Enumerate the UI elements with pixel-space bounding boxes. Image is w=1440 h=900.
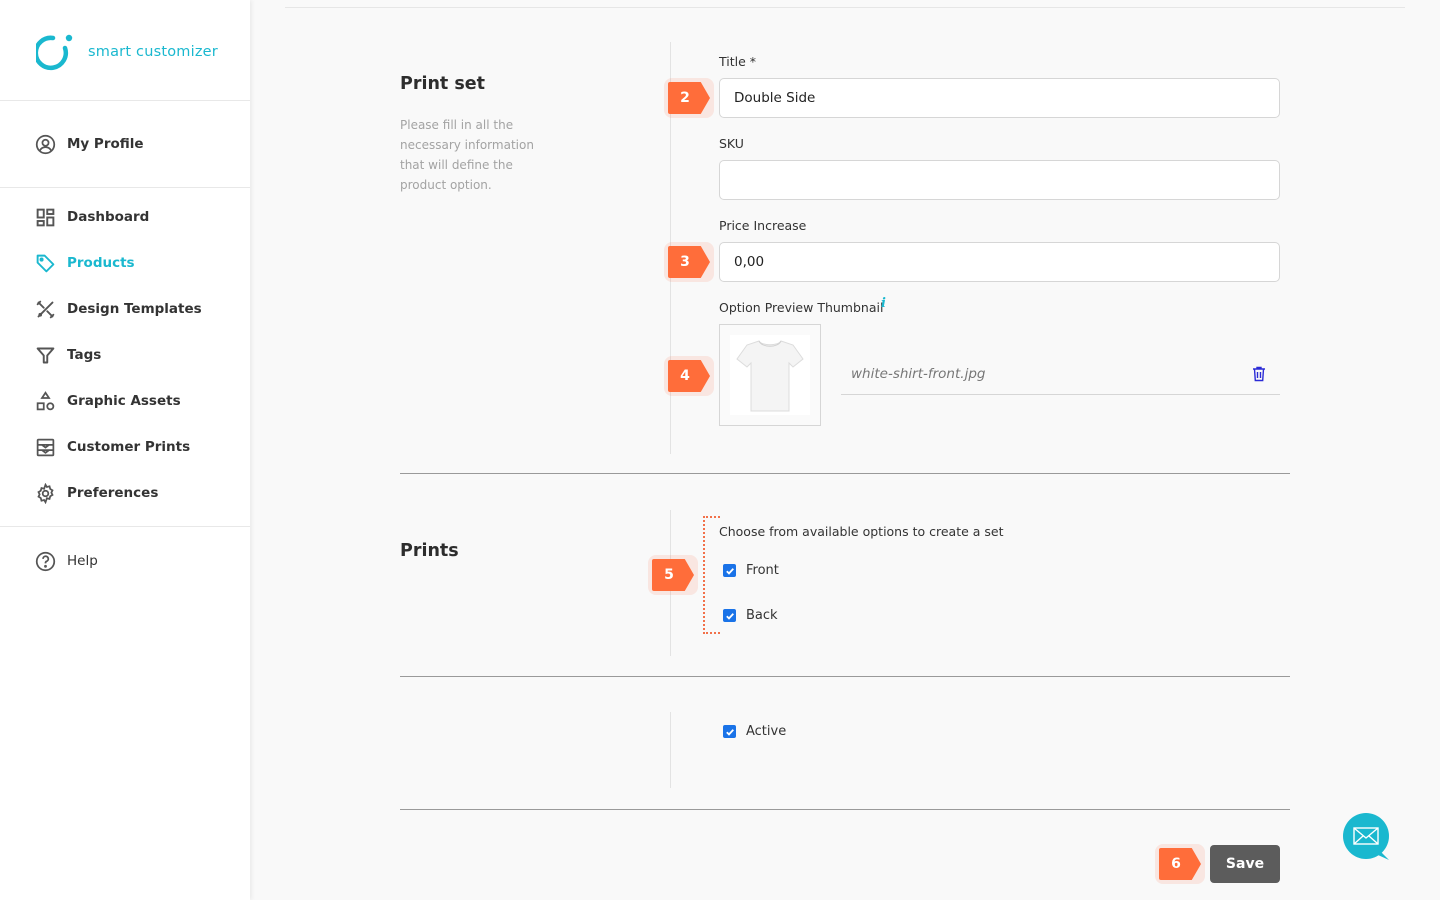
step-number: 2 [680,90,690,106]
step-number: 4 [680,368,690,384]
price-increase-input[interactable] [719,242,1280,282]
step-number: 5 [664,567,674,583]
checkmark-icon [725,612,734,620]
shapes-icon [34,390,56,412]
dashboard-icon [34,206,56,228]
checkbox-label: Back [746,608,778,623]
sidebar-item-label: Help [67,553,98,569]
checkmark-icon [725,567,734,575]
save-button[interactable]: Save [1210,845,1280,883]
sidebar-item-label: Customer Prints [67,439,191,455]
file-name-underline [841,394,1280,395]
sidebar-item-label: My Profile [67,136,144,152]
chat-button[interactable] [1342,813,1390,861]
sidebar-item-dashboard[interactable]: Dashboard [34,205,149,229]
checkmark-icon [725,728,734,736]
sidebar-item-label: Design Templates [67,301,202,317]
sidebar-item-design-templates[interactable]: Design Templates [34,297,202,321]
sidebar-item-my-profile[interactable]: My Profile [34,132,144,156]
user-circle-icon [34,133,56,155]
step-badge-3: 3 [664,242,714,282]
brand-logo[interactable]: smart customizer [36,32,218,72]
price-increase-label: Price Increase [719,218,807,233]
sidebar-divider [0,187,250,188]
step-badge-4: 4 [664,356,714,396]
step-badge-5: 5 [648,555,698,595]
sidebar-item-products[interactable]: Products [34,251,135,275]
sidebar-item-preferences[interactable]: Preferences [34,481,158,505]
design-tools-icon [34,298,56,320]
sidebar-item-label: Preferences [67,485,159,501]
sidebar-item-label: Tags [67,347,102,363]
step-badge-2: 2 [664,78,714,118]
title-label: Title * [719,54,757,69]
thumbnail-preview[interactable] [719,324,821,426]
sidebar-divider [0,526,250,527]
sidebar-item-help[interactable]: Help [34,549,98,573]
tag-icon [34,252,56,274]
sidebar: smart customizer My Profile Dashboard Pr… [0,0,250,900]
sidebar-item-label: Graphic Assets [67,393,181,409]
trash-icon[interactable] [1252,366,1266,382]
brand-name: smart customizer [88,44,218,60]
step-number: 3 [680,254,690,270]
checkbox-label: Active [746,724,787,739]
thumbnail-file-name: white-shirt-front.jpg [851,366,986,382]
sidebar-item-customer-prints[interactable]: Customer Prints [34,435,190,459]
sidebar-item-label: Dashboard [67,209,150,225]
checkbox-back[interactable] [723,609,736,622]
sku-label: SKU [719,136,744,151]
print-option-back[interactable]: Back [723,608,778,623]
prints-instruction: Choose from available options to create … [719,524,1004,539]
section-divider-vertical [670,712,671,788]
checkbox-label: Front [746,563,779,578]
title-input[interactable] [719,78,1280,118]
checkbox-active[interactable] [723,725,736,738]
section-title-prints: Prints [400,541,459,561]
print-option-front[interactable]: Front [723,563,779,578]
logo-icon [36,34,73,71]
thumbnail-label: Option Preview Thumbnail [719,300,884,315]
info-icon[interactable]: i [881,296,886,311]
active-toggle[interactable]: Active [723,724,786,739]
tshirt-icon [736,340,804,412]
filter-icon [34,344,56,366]
sidebar-divider [0,100,250,101]
prints-icon [34,436,56,458]
gear-icon [34,482,56,504]
section-description: Please fill in all the necessary informa… [400,118,534,192]
sidebar-item-graphic-assets[interactable]: Graphic Assets [34,389,181,413]
sidebar-item-tags[interactable]: Tags [34,343,101,367]
thumbnail-image [730,335,810,415]
header-divider [285,7,1405,8]
step-badge-6: 6 [1155,844,1205,884]
help-circle-icon [34,550,56,572]
section-separator [400,676,1290,677]
step-number: 6 [1171,856,1181,872]
section-title-print-set: Print set [400,74,486,94]
section-separator [400,809,1290,810]
sidebar-item-label: Products [67,255,135,271]
mail-icon [1343,813,1389,860]
checkbox-front[interactable] [723,564,736,577]
section-separator [400,473,1290,474]
sku-input[interactable] [719,160,1280,200]
highlight-bracket [703,516,720,634]
